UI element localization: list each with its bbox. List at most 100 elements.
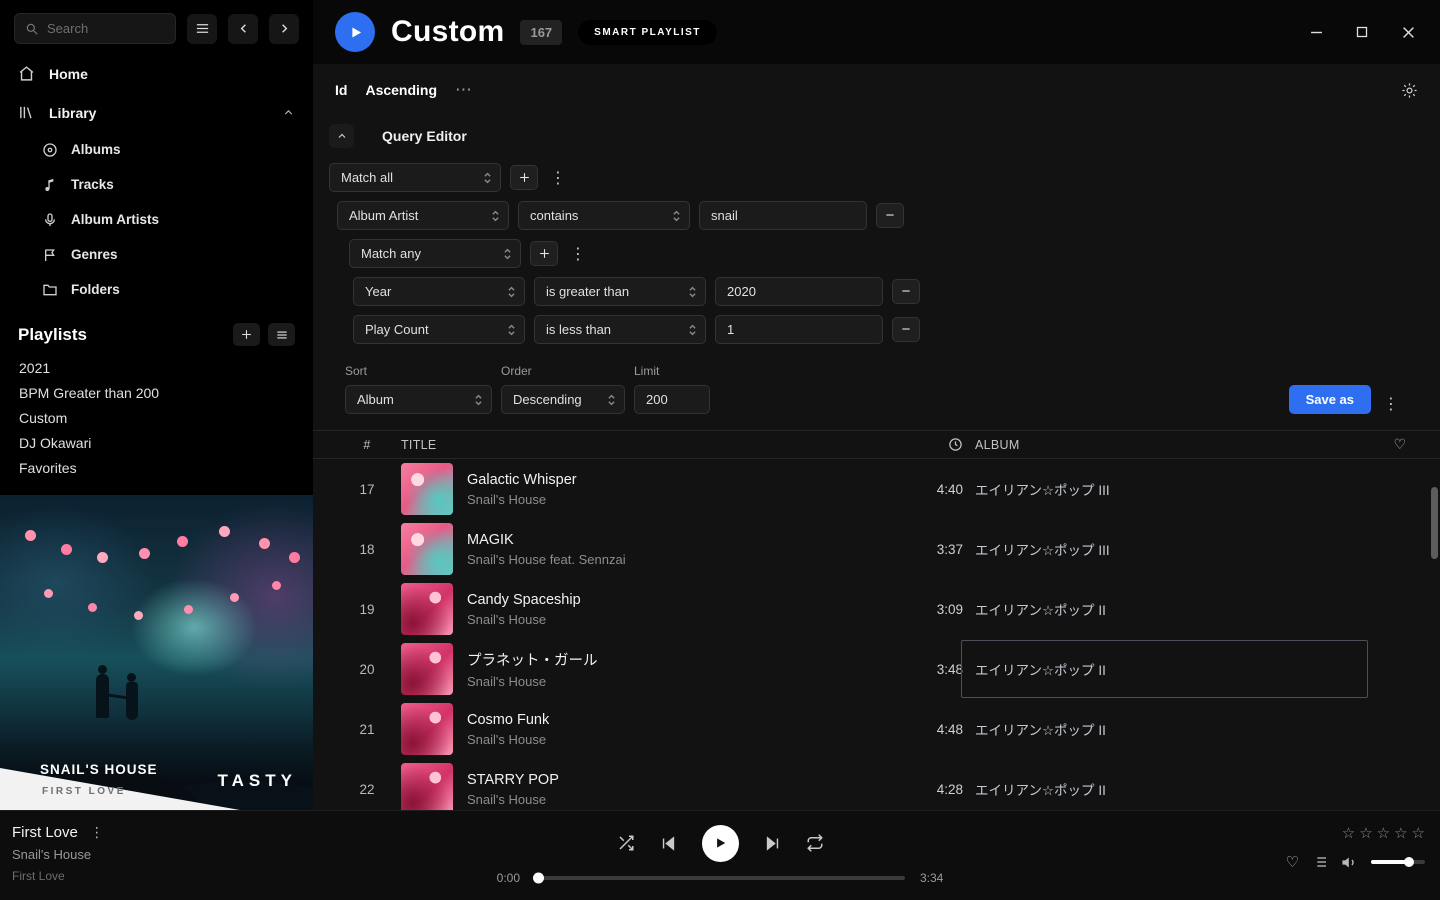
track-album[interactable]: エイリアン☆ポップ III xyxy=(975,479,1368,499)
add-rule-button[interactable] xyxy=(510,165,538,190)
settings-button[interactable] xyxy=(1401,82,1418,99)
mute-button[interactable] xyxy=(1341,854,1358,871)
now-playing-title[interactable]: First Love xyxy=(12,824,78,841)
track-album[interactable]: エイリアン☆ポップ II xyxy=(975,779,1368,799)
table-row[interactable]: 19 Candy Spaceship Snail's House 3:09 エイ… xyxy=(313,579,1440,639)
track-album[interactable]: エイリアン☆ポップ II xyxy=(975,719,1368,739)
close-button[interactable] xyxy=(1398,22,1418,42)
track-title[interactable]: STARRY POP xyxy=(467,772,559,788)
table-row[interactable]: 17 Galactic Whisper Snail's House 4:40 エ… xyxy=(313,459,1440,519)
match-type-select[interactable]: Match all xyxy=(329,163,501,192)
column-header-favorite[interactable]: ♡ xyxy=(1380,436,1420,453)
table-row[interactable]: 18 MAGIK Snail's House feat. Sennzai 3:3… xyxy=(313,519,1440,579)
track-album[interactable]: エイリアン☆ポップ III xyxy=(975,539,1368,559)
track-artist[interactable]: Snail's House feat. Sennzai xyxy=(467,552,626,567)
group-options-button[interactable]: ⋮ xyxy=(567,244,589,264)
track-title[interactable]: プラネット・ガール xyxy=(467,649,598,670)
sidebar-item-genres[interactable]: Genres xyxy=(0,237,313,272)
rule-operator-select[interactable]: is greater than xyxy=(534,277,706,306)
seek-slider[interactable] xyxy=(535,876,905,880)
sidebar-item-library[interactable]: Library xyxy=(0,93,313,132)
rule-value-input[interactable] xyxy=(715,277,883,306)
nav-back-button[interactable] xyxy=(228,14,258,44)
track-title[interactable]: MAGIK xyxy=(467,532,626,548)
rule-field-select[interactable]: Year xyxy=(353,277,525,306)
result-sort-select[interactable]: Album xyxy=(345,385,492,414)
track-title[interactable]: Cosmo Funk xyxy=(467,712,549,728)
seek-slider-thumb[interactable] xyxy=(533,873,544,884)
add-playlist-button[interactable] xyxy=(233,323,260,346)
save-as-button[interactable]: Save as xyxy=(1289,385,1371,414)
track-artist[interactable]: Snail's House xyxy=(467,492,577,507)
now-playing-album[interactable]: First Love xyxy=(12,869,104,883)
track-artist[interactable]: Snail's House xyxy=(467,792,559,807)
playlist-item[interactable]: DJ Okawari xyxy=(0,431,313,456)
playlist-item[interactable]: 2021 xyxy=(0,356,313,381)
column-header-duration[interactable] xyxy=(889,437,963,452)
table-row[interactable]: 21 Cosmo Funk Snail's House 4:48 エイリアン☆ポ… xyxy=(313,699,1440,759)
track-album-focused[interactable]: エイリアン☆ポップ II xyxy=(961,640,1368,698)
sort-field-button[interactable]: Id xyxy=(335,82,347,98)
shuffle-button[interactable] xyxy=(617,834,635,852)
nav-forward-button[interactable] xyxy=(269,14,299,44)
star-icon[interactable]: ☆ xyxy=(1359,824,1372,842)
track-album[interactable]: エイリアン☆ポップ II xyxy=(975,599,1368,619)
playlist-list-options-button[interactable] xyxy=(268,323,295,346)
limit-input[interactable] xyxy=(634,385,710,414)
result-order-select[interactable]: Descending xyxy=(501,385,625,414)
next-button[interactable] xyxy=(764,835,781,852)
collapse-query-editor-button[interactable] xyxy=(329,124,354,148)
scrollbar-thumb[interactable] xyxy=(1431,487,1438,559)
sidebar-item-album-artists[interactable]: Album Artists xyxy=(0,202,313,237)
track-artist[interactable]: Snail's House xyxy=(467,674,598,689)
sidebar-item-home[interactable]: Home xyxy=(0,54,313,93)
more-options-icon[interactable]: ⋯ xyxy=(455,80,472,100)
star-icon[interactable]: ☆ xyxy=(1412,824,1425,842)
menu-button[interactable] xyxy=(187,14,217,44)
remove-rule-button[interactable]: − xyxy=(876,203,904,228)
star-icon[interactable]: ☆ xyxy=(1342,824,1355,842)
track-artist[interactable]: Snail's House xyxy=(467,612,581,627)
track-title[interactable]: Candy Spaceship xyxy=(467,592,581,608)
rule-operator-select[interactable]: contains xyxy=(518,201,690,230)
column-header-title[interactable]: TITLE xyxy=(401,438,877,452)
favorite-button[interactable]: ♡ xyxy=(1286,853,1299,871)
rule-value-input[interactable] xyxy=(715,315,883,344)
volume-slider[interactable] xyxy=(1371,860,1425,864)
playlist-item[interactable]: Custom xyxy=(0,406,313,431)
now-playing-album-art[interactable]: SNAIL'S HOUSE FIRST LOVE TASTY xyxy=(0,495,313,810)
remove-rule-button[interactable]: − xyxy=(892,317,920,342)
sidebar-item-folders[interactable]: Folders xyxy=(0,272,313,307)
sort-direction-button[interactable]: Ascending xyxy=(365,82,437,98)
add-rule-button[interactable] xyxy=(530,241,558,266)
column-header-album[interactable]: ALBUM xyxy=(975,438,1368,452)
save-options-button[interactable]: ⋮ xyxy=(1380,394,1402,414)
track-title[interactable]: Galactic Whisper xyxy=(467,472,577,488)
now-playing-artist[interactable]: Snail's House xyxy=(12,847,104,862)
search-field[interactable] xyxy=(47,21,165,36)
track-options-icon[interactable]: ⋮ xyxy=(90,824,104,841)
previous-button[interactable] xyxy=(660,835,677,852)
play-playlist-button[interactable] xyxy=(335,12,375,52)
rule-field-select[interactable]: Album Artist xyxy=(337,201,509,230)
table-row[interactable]: 20 プラネット・ガール Snail's House 3:48 エイリアン☆ポッ… xyxy=(313,639,1440,699)
play-pause-button[interactable] xyxy=(702,825,739,862)
star-icon[interactable]: ☆ xyxy=(1377,824,1390,842)
repeat-button[interactable] xyxy=(806,834,824,852)
rule-operator-select[interactable]: is less than xyxy=(534,315,706,344)
sidebar-item-albums[interactable]: Albums xyxy=(0,132,313,167)
sidebar-item-tracks[interactable]: Tracks xyxy=(0,167,313,202)
table-row[interactable]: 22 STARRY POP Snail's House 4:28 エイリアン☆ポ… xyxy=(313,759,1440,810)
track-artist[interactable]: Snail's House xyxy=(467,732,549,747)
group-options-button[interactable]: ⋮ xyxy=(547,168,569,188)
volume-slider-thumb[interactable] xyxy=(1404,857,1414,867)
rule-value-input[interactable] xyxy=(699,201,867,230)
match-type-select[interactable]: Match any xyxy=(349,239,521,268)
minimize-button[interactable] xyxy=(1306,22,1326,42)
search-input[interactable] xyxy=(14,13,176,44)
maximize-button[interactable] xyxy=(1352,22,1372,42)
column-header-index[interactable]: # xyxy=(345,438,389,452)
remove-rule-button[interactable]: − xyxy=(892,279,920,304)
rule-field-select[interactable]: Play Count xyxy=(353,315,525,344)
playlist-item[interactable]: BPM Greater than 200 xyxy=(0,381,313,406)
